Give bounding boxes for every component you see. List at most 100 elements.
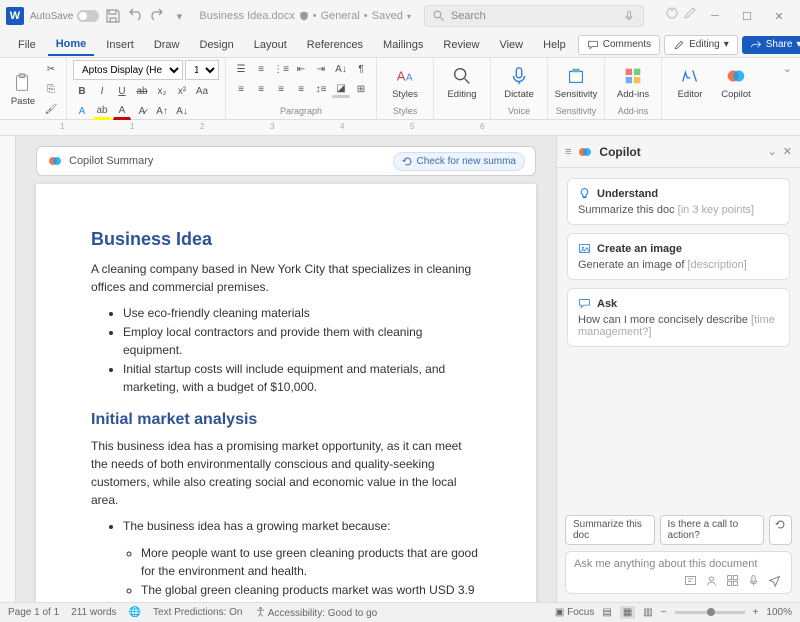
document-page[interactable]: Business Idea A cleaning company based i… bbox=[36, 184, 536, 602]
search-input[interactable]: Search bbox=[424, 5, 644, 27]
focus-mode[interactable]: ▣ Focus bbox=[555, 607, 594, 618]
shrink-font-button[interactable]: A↓ bbox=[173, 102, 191, 120]
grid-icon[interactable] bbox=[726, 574, 739, 587]
tab-file[interactable]: File bbox=[10, 35, 44, 55]
editing-button[interactable]: Editing bbox=[440, 63, 484, 102]
autosave-toggle[interactable]: AutoSave bbox=[30, 10, 99, 22]
addins-button[interactable]: Add-ins bbox=[611, 63, 655, 102]
editing-mode-button[interactable]: Editing ▾ bbox=[664, 35, 738, 55]
align-right-button[interactable]: ≡ bbox=[272, 80, 290, 98]
copilot-input[interactable]: Ask me anything about this document bbox=[565, 551, 792, 594]
zoom-in-button[interactable]: + bbox=[753, 607, 759, 618]
bullets-button[interactable]: ☰ bbox=[232, 60, 250, 78]
line-spacing-button[interactable]: ↕≡ bbox=[312, 80, 330, 98]
copilot-card-ask[interactable]: Ask How can I more concisely describe [t… bbox=[567, 288, 790, 347]
tab-draw[interactable]: Draw bbox=[146, 35, 188, 55]
tab-insert[interactable]: Insert bbox=[98, 35, 142, 55]
horizontal-ruler[interactable]: 1123456 bbox=[0, 120, 800, 136]
copilot-card-image[interactable]: Create an image Generate an image of [de… bbox=[567, 233, 790, 280]
language-icon[interactable]: 🌐 bbox=[129, 607, 141, 618]
font-size-select[interactable]: 16 bbox=[185, 60, 219, 80]
highlight-button[interactable]: ab bbox=[93, 102, 111, 120]
page-count[interactable]: Page 1 of 1 bbox=[8, 607, 59, 618]
sensitivity-button[interactable]: Sensitivity bbox=[554, 63, 598, 102]
tab-view[interactable]: View bbox=[491, 35, 531, 55]
share-button[interactable]: Share ▾ bbox=[742, 36, 800, 54]
list-item[interactable]: The business idea has a growing market b… bbox=[123, 517, 481, 536]
chip-call-to-action[interactable]: Is there a call to action? bbox=[660, 515, 764, 545]
paste-button[interactable]: Paste bbox=[6, 70, 40, 109]
document-area[interactable]: Copilot Summary Check for new summa Busi… bbox=[16, 136, 556, 602]
mic-icon[interactable] bbox=[747, 574, 760, 587]
check-summary-button[interactable]: Check for new summa bbox=[393, 152, 525, 171]
view-read-icon[interactable]: ▦ bbox=[620, 606, 635, 619]
italic-button[interactable]: I bbox=[93, 82, 111, 100]
tab-home[interactable]: Home bbox=[48, 34, 95, 56]
clear-formatting-button[interactable]: A̷ bbox=[133, 102, 151, 120]
paragraph[interactable]: This business idea has a promising marke… bbox=[91, 437, 481, 509]
prompt-guide-icon[interactable] bbox=[684, 574, 697, 587]
numbering-button[interactable]: ≡ bbox=[252, 60, 270, 78]
copilot-summary-bar[interactable]: Copilot Summary Check for new summa bbox=[36, 146, 536, 176]
close-icon[interactable]: ✕ bbox=[783, 145, 792, 158]
multilevel-button[interactable]: ⋮≡ bbox=[272, 60, 290, 78]
grow-font-button[interactable]: A↑ bbox=[153, 102, 171, 120]
justify-button[interactable]: ≡ bbox=[292, 80, 310, 98]
zoom-slider[interactable] bbox=[675, 611, 745, 614]
editor-button[interactable]: Editor bbox=[668, 63, 712, 102]
cut-icon[interactable]: ✂ bbox=[42, 60, 60, 78]
paragraph[interactable]: A cleaning company based in New York Cit… bbox=[91, 260, 481, 296]
mic-icon[interactable] bbox=[623, 10, 635, 22]
persona-icon[interactable] bbox=[705, 574, 718, 587]
tab-design[interactable]: Design bbox=[191, 35, 241, 55]
decrease-indent-button[interactable]: ⇤ bbox=[292, 60, 310, 78]
chip-summarize[interactable]: Summarize this doc bbox=[565, 515, 655, 545]
document-title[interactable]: Business Idea.docx • General • Saved ▾ bbox=[199, 10, 410, 22]
tab-review[interactable]: Review bbox=[435, 35, 487, 55]
change-case-button[interactable]: Aa bbox=[193, 82, 211, 100]
format-painter-icon[interactable]: 🖌 bbox=[42, 100, 60, 118]
list-item[interactable]: Employ local contractors and provide the… bbox=[123, 323, 481, 360]
pencil-icon[interactable] bbox=[682, 5, 698, 21]
zoom-level[interactable]: 100% bbox=[766, 607, 792, 618]
tab-references[interactable]: References bbox=[299, 35, 371, 55]
list-item[interactable]: Use eco-friendly cleaning materials bbox=[123, 304, 481, 323]
superscript-button[interactable]: x² bbox=[173, 82, 191, 100]
send-icon[interactable] bbox=[768, 574, 781, 587]
refresh-chips-button[interactable] bbox=[769, 515, 792, 545]
font-color-button[interactable]: A bbox=[113, 102, 131, 120]
strikethrough-button[interactable]: ab bbox=[133, 82, 151, 100]
view-web-icon[interactable]: ▥ bbox=[643, 607, 652, 618]
view-print-icon[interactable]: ▤ bbox=[602, 607, 611, 618]
comments-button[interactable]: Comments bbox=[578, 35, 660, 55]
maximize-button[interactable]: ☐ bbox=[732, 5, 762, 27]
copilot-card-understand[interactable]: Understand Summarize this doc [in 3 key … bbox=[567, 178, 790, 225]
save-icon[interactable] bbox=[105, 8, 121, 24]
font-name-select[interactable]: Aptos Display (Headings) bbox=[73, 60, 183, 80]
text-predictions[interactable]: Text Predictions: On bbox=[153, 607, 242, 618]
sort-button[interactable]: A↓ bbox=[332, 60, 350, 78]
word-count[interactable]: 211 words bbox=[71, 607, 116, 618]
heading-1[interactable]: Business Idea bbox=[91, 229, 481, 250]
tab-mailings[interactable]: Mailings bbox=[375, 35, 431, 55]
zoom-out-button[interactable]: − bbox=[661, 607, 667, 618]
copilot-ribbon-button[interactable]: Copilot bbox=[714, 63, 758, 102]
show-marks-button[interactable]: ¶ bbox=[352, 60, 370, 78]
close-button[interactable]: ✕ bbox=[764, 5, 794, 27]
align-center-button[interactable]: ≡ bbox=[252, 80, 270, 98]
collapse-ribbon-icon[interactable]: ⌄ bbox=[775, 58, 800, 119]
bold-button[interactable]: B bbox=[73, 82, 91, 100]
text-effects-button[interactable]: A bbox=[73, 102, 91, 120]
list-item[interactable]: Initial startup costs will include equip… bbox=[123, 360, 481, 397]
align-left-button[interactable]: ≡ bbox=[232, 80, 250, 98]
subscript-button[interactable]: x₂ bbox=[153, 82, 171, 100]
qat-dropdown-icon[interactable]: ▾ bbox=[171, 8, 187, 24]
dictate-button[interactable]: Dictate bbox=[497, 63, 541, 102]
copy-icon[interactable]: ⎘ bbox=[42, 80, 60, 98]
vertical-ruler[interactable] bbox=[0, 136, 16, 602]
underline-button[interactable]: U bbox=[113, 82, 131, 100]
shading-button[interactable]: ◪ bbox=[332, 80, 350, 98]
heading-2[interactable]: Initial market analysis bbox=[91, 411, 481, 429]
styles-button[interactable]: AA Styles bbox=[383, 63, 427, 102]
tab-help[interactable]: Help bbox=[535, 35, 574, 55]
